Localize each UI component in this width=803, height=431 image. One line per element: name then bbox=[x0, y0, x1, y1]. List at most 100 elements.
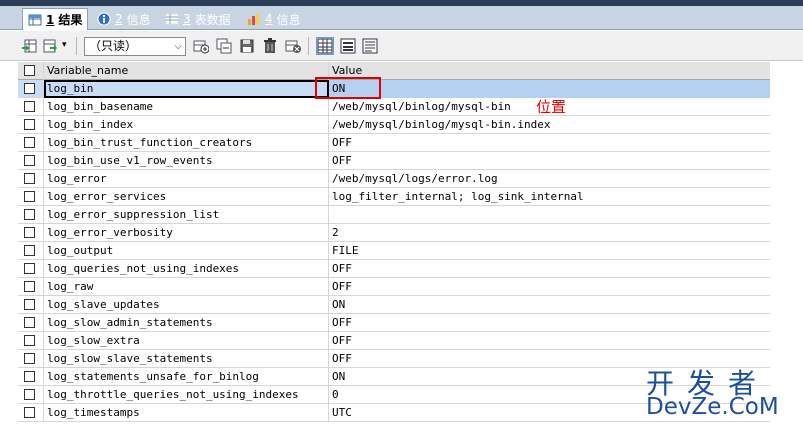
checkbox[interactable] bbox=[24, 245, 35, 256]
variable-name-cell[interactable]: log_throttle_queries_not_using_indexes bbox=[44, 386, 329, 404]
tab-info[interactable]: 2 信息 bbox=[92, 8, 156, 30]
variable-name-cell[interactable]: log_bin bbox=[44, 80, 329, 98]
checkbox[interactable] bbox=[24, 119, 35, 130]
variable-name-cell[interactable]: log_queries_not_using_indexes bbox=[44, 260, 329, 278]
row-checkbox-cell[interactable] bbox=[18, 350, 44, 368]
checkbox[interactable] bbox=[24, 155, 35, 166]
value-cell[interactable]: OFF bbox=[329, 260, 770, 278]
table-row[interactable]: log_slave_updates ON bbox=[18, 296, 770, 314]
value-cell[interactable]: 2 bbox=[329, 224, 770, 242]
checkbox[interactable] bbox=[24, 263, 35, 274]
checkbox[interactable] bbox=[24, 209, 35, 220]
table-row[interactable]: log_error_services log_filter_internal; l… bbox=[18, 188, 770, 206]
variable-name-cell[interactable]: log_bin_trust_function_creators bbox=[44, 134, 329, 152]
checkbox[interactable] bbox=[24, 317, 35, 328]
checkbox[interactable] bbox=[24, 335, 35, 346]
row-checkbox-cell[interactable] bbox=[18, 206, 44, 224]
value-cell[interactable]: OFF bbox=[329, 152, 770, 170]
table-row[interactable]: log_error_suppression_list bbox=[18, 206, 770, 224]
value-cell[interactable]: OFF bbox=[329, 278, 770, 296]
checkbox[interactable] bbox=[24, 191, 35, 202]
checkbox[interactable] bbox=[24, 83, 35, 94]
delete-icon[interactable] bbox=[262, 38, 278, 54]
row-checkbox-cell[interactable] bbox=[18, 242, 44, 260]
variable-name-cell[interactable]: log_slow_slave_statements bbox=[44, 350, 329, 368]
variable-name-cell[interactable]: log_slow_extra bbox=[44, 332, 329, 350]
add-row-icon[interactable] bbox=[193, 38, 210, 54]
column-header-variable-name[interactable]: Variable_name bbox=[44, 62, 329, 80]
checkbox[interactable] bbox=[24, 299, 35, 310]
column-header-value[interactable]: Value bbox=[329, 62, 770, 80]
checkbox[interactable] bbox=[24, 353, 35, 364]
table-row[interactable]: log_bin_use_v1_row_events OFF bbox=[18, 152, 770, 170]
text-view-icon[interactable] bbox=[362, 38, 378, 54]
variable-name-cell[interactable]: log_bin_basename bbox=[44, 98, 329, 116]
row-checkbox-cell[interactable] bbox=[18, 188, 44, 206]
row-checkbox-cell[interactable] bbox=[18, 332, 44, 350]
tab-table-data[interactable]: 3 表数据 bbox=[160, 8, 236, 30]
table-row[interactable]: log_slow_admin_statements OFF bbox=[18, 314, 770, 332]
row-checkbox-cell[interactable] bbox=[18, 260, 44, 278]
variable-name-cell[interactable]: log_bin_index bbox=[44, 116, 329, 134]
value-cell[interactable]: /web/mysql/logs/error.log bbox=[329, 170, 770, 188]
table-row[interactable]: log_error/web/mysql/logs/error.log bbox=[18, 170, 770, 188]
variable-name-cell[interactable]: log_output bbox=[44, 242, 329, 260]
row-checkbox-cell[interactable] bbox=[18, 98, 44, 116]
tab-results[interactable]: 1 结果 bbox=[22, 8, 89, 30]
value-cell[interactable]: /web/mysql/binlog/mysql-bin.index bbox=[329, 116, 770, 134]
checkbox[interactable] bbox=[24, 173, 35, 184]
checkbox[interactable] bbox=[24, 281, 35, 292]
duplicate-row-icon[interactable] bbox=[216, 38, 232, 54]
variable-name-cell[interactable]: log_error_services bbox=[44, 188, 329, 206]
row-checkbox-cell[interactable] bbox=[18, 152, 44, 170]
grid-view-icon[interactable] bbox=[316, 37, 334, 55]
checkbox[interactable] bbox=[24, 389, 35, 400]
row-checkbox-cell[interactable] bbox=[18, 368, 44, 386]
export-icon[interactable] bbox=[22, 38, 38, 54]
import-icon[interactable] bbox=[42, 38, 58, 54]
table-row[interactable]: log_raw OFF bbox=[18, 278, 770, 296]
row-checkbox-cell[interactable] bbox=[18, 224, 44, 242]
row-checkbox-cell[interactable] bbox=[18, 296, 44, 314]
form-view-icon[interactable] bbox=[340, 38, 356, 54]
value-cell[interactable]: ON bbox=[329, 296, 770, 314]
save-icon[interactable] bbox=[239, 38, 255, 54]
row-checkbox-cell[interactable] bbox=[18, 404, 44, 422]
row-checkbox-cell[interactable] bbox=[18, 314, 44, 332]
row-checkbox-cell[interactable] bbox=[18, 386, 44, 404]
value-cell[interactable]: FILE bbox=[329, 242, 770, 260]
tab-info-2[interactable]: 4 信息 bbox=[242, 8, 306, 30]
checkbox[interactable] bbox=[24, 227, 35, 238]
table-row[interactable]: log_bin_index/web/mysql/binlog/mysql-bin… bbox=[18, 116, 770, 134]
checkbox[interactable] bbox=[24, 65, 35, 76]
chevron-down-icon[interactable]: ▾ bbox=[62, 40, 67, 50]
checkbox[interactable] bbox=[24, 371, 35, 382]
row-checkbox-cell[interactable] bbox=[18, 170, 44, 188]
table-row[interactable]: log_queries_not_using_indexes OFF bbox=[18, 260, 770, 278]
row-checkbox-cell[interactable] bbox=[18, 134, 44, 152]
variable-name-cell[interactable]: log_slave_updates bbox=[44, 296, 329, 314]
value-cell[interactable]: OFF bbox=[329, 314, 770, 332]
read-only-mode-select[interactable]: （只读） ⌵ bbox=[84, 37, 186, 56]
variable-name-cell[interactable]: log_slow_admin_statements bbox=[44, 314, 329, 332]
variable-name-cell[interactable]: log_timestamps bbox=[44, 404, 329, 422]
value-cell[interactable]: log_filter_internal; log_sink_internal bbox=[329, 188, 770, 206]
value-cell[interactable]: OFF bbox=[329, 134, 770, 152]
variable-name-cell[interactable]: log_bin_use_v1_row_events bbox=[44, 152, 329, 170]
checkbox[interactable] bbox=[24, 407, 35, 418]
table-row[interactable]: log_error_verbosity 2 bbox=[18, 224, 770, 242]
checkbox[interactable] bbox=[24, 101, 35, 112]
variable-name-cell[interactable]: log_error bbox=[44, 170, 329, 188]
variable-name-cell[interactable]: log_statements_unsafe_for_binlog bbox=[44, 368, 329, 386]
table-row[interactable]: log_bin ON bbox=[18, 80, 770, 98]
value-cell[interactable]: OFF bbox=[329, 332, 770, 350]
value-cell[interactable] bbox=[329, 206, 770, 224]
row-checkbox-cell[interactable] bbox=[18, 278, 44, 296]
row-checkbox-cell[interactable] bbox=[18, 116, 44, 134]
checkbox[interactable] bbox=[24, 137, 35, 148]
table-row[interactable]: log_output FILE bbox=[18, 242, 770, 260]
row-checkbox-cell[interactable] bbox=[18, 80, 44, 98]
variable-name-cell[interactable]: log_error_suppression_list bbox=[44, 206, 329, 224]
table-row[interactable]: log_slow_extra OFF bbox=[18, 332, 770, 350]
select-all-checkbox-cell[interactable] bbox=[18, 62, 44, 80]
